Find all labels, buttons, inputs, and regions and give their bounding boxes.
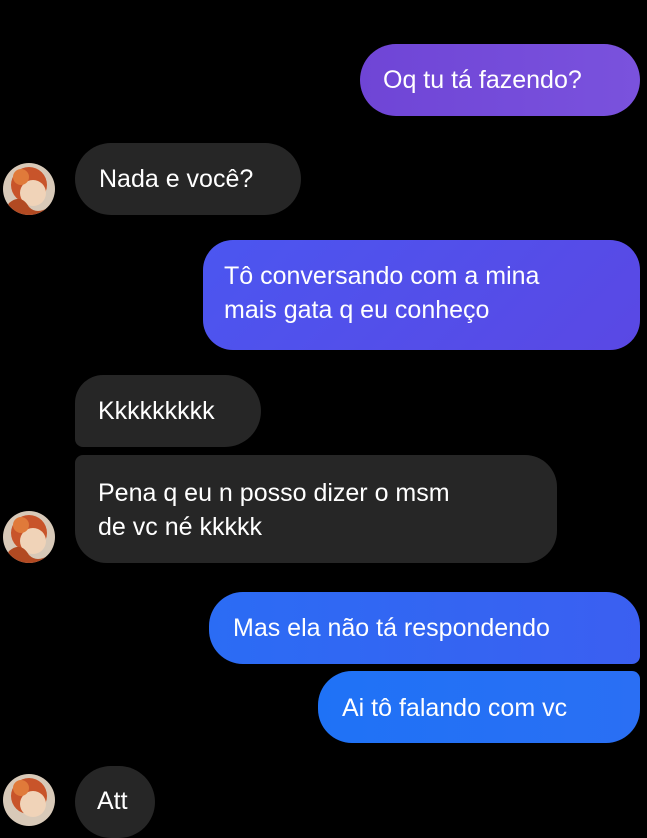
contact-avatar-icon[interactable] <box>3 163 55 215</box>
message-text-line: mais gata q eu conheço <box>224 296 490 324</box>
contact-avatar-icon[interactable] <box>3 511 55 563</box>
chat-thread: Oq tu tá fazendo? Nada e você? Tô conver… <box>0 0 647 838</box>
message-text-line: Tô conversando com a mina <box>224 262 540 290</box>
message-text: Nada e você? <box>99 165 254 193</box>
sent-message[interactable]: Ai tô falando com vc <box>318 671 640 743</box>
received-message[interactable]: Att <box>75 766 155 838</box>
received-message[interactable]: Nada e você? <box>75 143 301 215</box>
contact-avatar-icon[interactable] <box>3 774 55 826</box>
sent-message[interactable]: Mas ela não tá respondendo <box>209 592 640 664</box>
message-text: Kkkkkkkkk <box>98 397 215 425</box>
message-text: Att <box>97 787 128 815</box>
message-text-line: Pena q eu n posso dizer o msm <box>98 479 450 507</box>
message-text: Ai tô falando com vc <box>342 694 568 722</box>
sent-message[interactable]: Oq tu tá fazendo? <box>360 44 640 116</box>
message-text: Oq tu tá fazendo? <box>383 66 582 94</box>
message-text: Mas ela não tá respondendo <box>233 614 550 642</box>
message-text-line: de vc né kkkkk <box>98 513 262 541</box>
received-message[interactable]: Kkkkkkkkk <box>75 375 261 447</box>
sent-message[interactable]: Tô conversando com a mina mais gata q eu… <box>203 240 640 350</box>
received-message[interactable]: Pena q eu n posso dizer o msm de vc né k… <box>75 455 557 563</box>
